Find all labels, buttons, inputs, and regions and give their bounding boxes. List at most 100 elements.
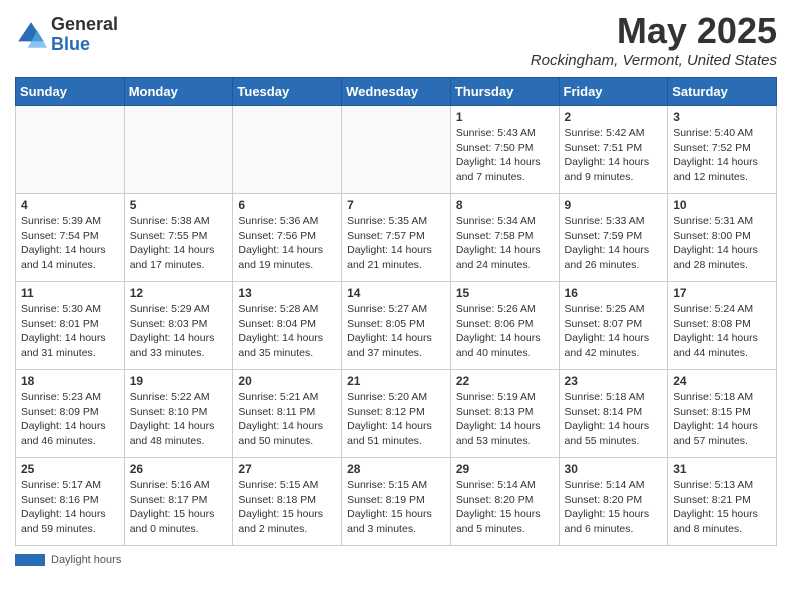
calendar-cell: 5Sunrise: 5:38 AM Sunset: 7:55 PM Daylig… xyxy=(124,194,233,282)
day-number: 29 xyxy=(456,462,554,476)
logo-icon xyxy=(15,19,47,51)
calendar-cell: 31 Sunrise: 5:13 AM Sunset: 8:21 PM Dayli… xyxy=(668,458,777,546)
day-number: 14 xyxy=(347,286,445,300)
calendar-table: SundayMondayTuesdayWednesdayThursdayFrid… xyxy=(15,77,777,546)
day-info: Sunrise: 5:25 AM Sunset: 8:07 PM Dayligh… xyxy=(565,302,663,361)
day-number: 2 xyxy=(565,110,663,124)
day-number: 18 xyxy=(21,374,119,388)
day-number: 22 xyxy=(456,374,554,388)
calendar-cell: 17 Sunrise: 5:24 AM Sunset: 8:08 PM Dayli… xyxy=(668,282,777,370)
day-info: Sunrise: 5:14 AM Sunset: 8:20 PM Dayligh… xyxy=(565,478,663,537)
calendar-week-5: 25Sunrise: 5:17 AM Sunset: 8:16 PM Dayli… xyxy=(16,458,777,546)
calendar-header-tuesday: Tuesday xyxy=(233,78,342,106)
page-header: General Blue May 2025 Rockingham, Vermon… xyxy=(15,10,777,69)
day-number: 27 xyxy=(238,462,336,476)
calendar-cell: 12Sunrise: 5:29 AM Sunset: 8:03 PM Dayli… xyxy=(124,282,233,370)
day-number: 30 xyxy=(565,462,663,476)
day-info: Sunrise: 5:23 AM Sunset: 8:09 PM Dayligh… xyxy=(21,390,119,449)
day-info: Sunrise: 5:29 AM Sunset: 8:03 PM Dayligh… xyxy=(130,302,228,361)
day-info: Sunrise: 5:33 AM Sunset: 7:59 PM Dayligh… xyxy=(565,214,663,273)
day-info: Sunrise: 5:31 AM Sunset: 8:00 PM Dayligh… xyxy=(673,214,771,273)
calendar-cell: 2 Sunrise: 5:42 AM Sunset: 7:51 PM Daylig… xyxy=(559,106,668,194)
location-text: Rockingham, Vermont, United States xyxy=(531,52,777,69)
calendar-cell: 25Sunrise: 5:17 AM Sunset: 8:16 PM Dayli… xyxy=(16,458,125,546)
day-info: Sunrise: 5:34 AM Sunset: 7:58 PM Dayligh… xyxy=(456,214,554,273)
calendar-cell xyxy=(16,106,125,194)
calendar-cell: 27Sunrise: 5:15 AM Sunset: 8:18 PM Dayli… xyxy=(233,458,342,546)
logo-blue-text: Blue xyxy=(51,35,118,55)
calendar-cell: 18 Sunrise: 5:23 AM Sunset: 8:09 PM Dayli… xyxy=(16,370,125,458)
day-info: Sunrise: 5:36 AM Sunset: 7:56 PM Dayligh… xyxy=(238,214,336,273)
day-info: Sunrise: 5:24 AM Sunset: 8:08 PM Dayligh… xyxy=(673,302,771,361)
logo-general-text: General xyxy=(51,15,118,35)
day-number: 4 xyxy=(21,198,119,212)
day-info: Sunrise: 5:15 AM Sunset: 8:19 PM Dayligh… xyxy=(347,478,445,537)
day-info: Sunrise: 5:19 AM Sunset: 8:13 PM Dayligh… xyxy=(456,390,554,449)
calendar-cell: 15Sunrise: 5:26 AM Sunset: 8:06 PM Dayli… xyxy=(450,282,559,370)
calendar-header-friday: Friday xyxy=(559,78,668,106)
calendar-header-row: SundayMondayTuesdayWednesdayThursdayFrid… xyxy=(16,78,777,106)
day-info: Sunrise: 5:35 AM Sunset: 7:57 PM Dayligh… xyxy=(347,214,445,273)
calendar-cell: 10 Sunrise: 5:31 AM Sunset: 8:00 PM Dayli… xyxy=(668,194,777,282)
day-info: Sunrise: 5:21 AM Sunset: 8:11 PM Dayligh… xyxy=(238,390,336,449)
calendar-cell: 14 Sunrise: 5:27 AM Sunset: 8:05 PM Dayli… xyxy=(342,282,451,370)
calendar-cell: 8Sunrise: 5:34 AM Sunset: 7:58 PM Daylig… xyxy=(450,194,559,282)
day-number: 24 xyxy=(673,374,771,388)
calendar-cell: 28 Sunrise: 5:15 AM Sunset: 8:19 PM Dayli… xyxy=(342,458,451,546)
calendar-week-3: 11Sunrise: 5:30 AM Sunset: 8:01 PM Dayli… xyxy=(16,282,777,370)
day-info: Sunrise: 5:22 AM Sunset: 8:10 PM Dayligh… xyxy=(130,390,228,449)
day-number: 31 xyxy=(673,462,771,476)
calendar-cell: 16Sunrise: 5:25 AM Sunset: 8:07 PM Dayli… xyxy=(559,282,668,370)
calendar-cell: 4 Sunrise: 5:39 AM Sunset: 7:54 PM Daylig… xyxy=(16,194,125,282)
month-title: May 2025 xyxy=(531,10,777,52)
day-number: 25 xyxy=(21,462,119,476)
day-info: Sunrise: 5:18 AM Sunset: 8:15 PM Dayligh… xyxy=(673,390,771,449)
calendar-header-sunday: Sunday xyxy=(16,78,125,106)
day-number: 13 xyxy=(238,286,336,300)
day-number: 17 xyxy=(673,286,771,300)
day-number: 28 xyxy=(347,462,445,476)
daylight-label: Daylight hours xyxy=(51,554,121,566)
day-number: 11 xyxy=(21,286,119,300)
day-info: Sunrise: 5:43 AM Sunset: 7:50 PM Dayligh… xyxy=(456,126,554,185)
calendar-cell: 3 Sunrise: 5:40 AM Sunset: 7:52 PM Daylig… xyxy=(668,106,777,194)
day-number: 7 xyxy=(347,198,445,212)
title-block: May 2025 Rockingham, Vermont, United Sta… xyxy=(531,10,777,69)
day-number: 3 xyxy=(673,110,771,124)
calendar-cell: 21 Sunrise: 5:20 AM Sunset: 8:12 PM Dayli… xyxy=(342,370,451,458)
calendar-cell: 11Sunrise: 5:30 AM Sunset: 8:01 PM Dayli… xyxy=(16,282,125,370)
day-number: 6 xyxy=(238,198,336,212)
calendar-cell xyxy=(124,106,233,194)
logo: General Blue xyxy=(15,15,118,55)
calendar-week-2: 4 Sunrise: 5:39 AM Sunset: 7:54 PM Daylig… xyxy=(16,194,777,282)
calendar-header-wednesday: Wednesday xyxy=(342,78,451,106)
calendar-cell xyxy=(233,106,342,194)
calendar-cell xyxy=(342,106,451,194)
day-info: Sunrise: 5:13 AM Sunset: 8:21 PM Dayligh… xyxy=(673,478,771,537)
day-info: Sunrise: 5:40 AM Sunset: 7:52 PM Dayligh… xyxy=(673,126,771,185)
day-number: 19 xyxy=(130,374,228,388)
calendar-cell: 7 Sunrise: 5:35 AM Sunset: 7:57 PM Daylig… xyxy=(342,194,451,282)
day-info: Sunrise: 5:16 AM Sunset: 8:17 PM Dayligh… xyxy=(130,478,228,537)
day-number: 23 xyxy=(565,374,663,388)
day-info: Sunrise: 5:26 AM Sunset: 8:06 PM Dayligh… xyxy=(456,302,554,361)
day-info: Sunrise: 5:20 AM Sunset: 8:12 PM Dayligh… xyxy=(347,390,445,449)
calendar-cell: 24 Sunrise: 5:18 AM Sunset: 8:15 PM Dayli… xyxy=(668,370,777,458)
footer: Daylight hours xyxy=(15,554,777,566)
calendar-cell: 29 Sunrise: 5:14 AM Sunset: 8:20 PM Dayli… xyxy=(450,458,559,546)
day-number: 21 xyxy=(347,374,445,388)
day-number: 10 xyxy=(673,198,771,212)
day-number: 26 xyxy=(130,462,228,476)
day-number: 5 xyxy=(130,198,228,212)
day-info: Sunrise: 5:14 AM Sunset: 8:20 PM Dayligh… xyxy=(456,478,554,537)
day-info: Sunrise: 5:39 AM Sunset: 7:54 PM Dayligh… xyxy=(21,214,119,273)
day-info: Sunrise: 5:18 AM Sunset: 8:14 PM Dayligh… xyxy=(565,390,663,449)
calendar-week-4: 18 Sunrise: 5:23 AM Sunset: 8:09 PM Dayli… xyxy=(16,370,777,458)
day-info: Sunrise: 5:27 AM Sunset: 8:05 PM Dayligh… xyxy=(347,302,445,361)
day-info: Sunrise: 5:28 AM Sunset: 8:04 PM Dayligh… xyxy=(238,302,336,361)
daylight-swatch xyxy=(15,554,45,566)
day-number: 1 xyxy=(456,110,554,124)
day-info: Sunrise: 5:42 AM Sunset: 7:51 PM Dayligh… xyxy=(565,126,663,185)
calendar-cell: 19 Sunrise: 5:22 AM Sunset: 8:10 PM Dayli… xyxy=(124,370,233,458)
calendar-cell: 22 Sunrise: 5:19 AM Sunset: 8:13 PM Dayli… xyxy=(450,370,559,458)
